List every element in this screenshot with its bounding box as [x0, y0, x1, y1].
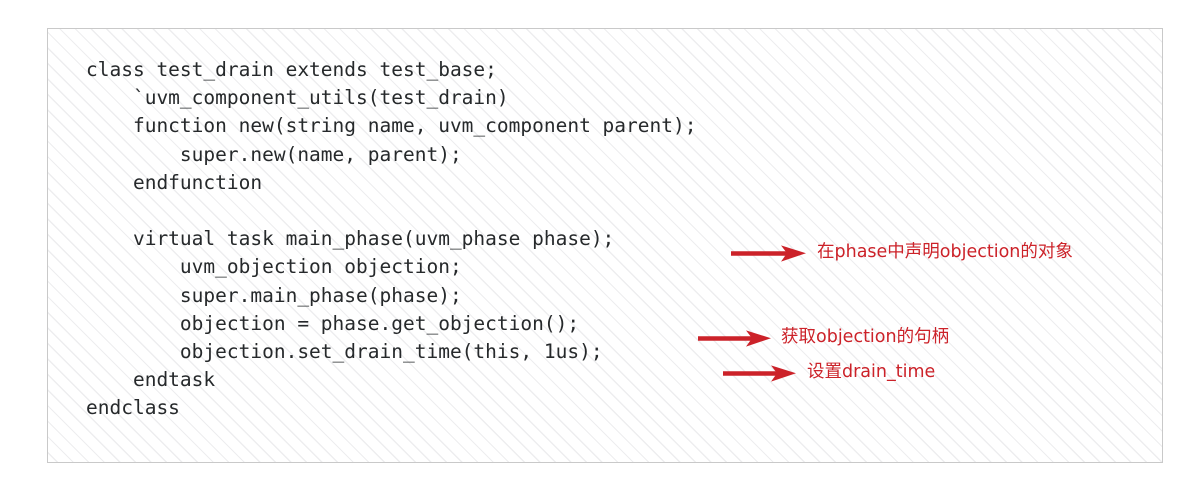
annotation-declare-objection: 在phase中声明objection的对象: [731, 240, 1073, 266]
figure-canvas: class test_drain extends test_base; `uvm…: [0, 0, 1194, 504]
annotation-text: 在phase中声明objection的对象: [817, 242, 1073, 263]
annotation-text: 设置drain_time: [807, 362, 936, 383]
right-arrow-icon: [731, 245, 806, 262]
annotation-text: 获取objection的句柄: [781, 327, 950, 348]
annotation-set-drain-time: 设置drain_time: [723, 360, 935, 386]
code-block: class test_drain extends test_base; `uvm…: [86, 58, 697, 420]
right-arrow-icon: [698, 330, 771, 347]
right-arrow-icon: [723, 365, 796, 382]
annotation-get-objection-handle: 获取objection的句柄: [698, 325, 949, 351]
